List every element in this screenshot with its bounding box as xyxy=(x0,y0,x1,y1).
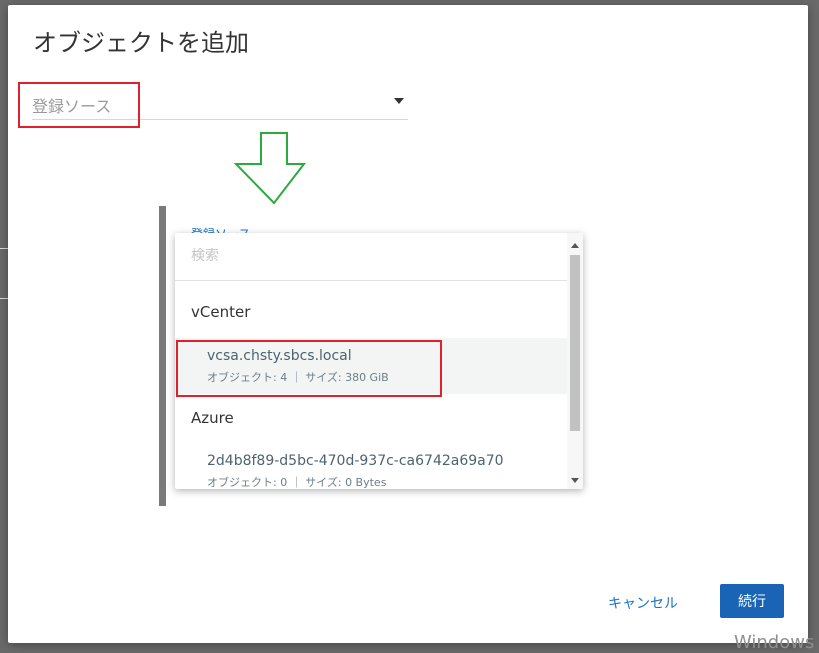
continue-button[interactable]: 続行 xyxy=(720,584,784,618)
cancel-button[interactable]: キャンセル xyxy=(608,593,678,613)
scrollbar-thumb[interactable] xyxy=(570,255,580,431)
source-item-name: 2d4b8f89-d5bc-470d-937c-ca6742a69a70 xyxy=(207,453,504,469)
down-arrow-icon xyxy=(234,132,306,205)
source-item-meta: オブジェクト: 0 ｜ サイズ: 0 Bytes xyxy=(207,476,387,489)
windows-watermark: Windows xyxy=(734,632,815,653)
source-item-azure[interactable]: 2d4b8f89-d5bc-470d-937c-ca6742a69a70 オブジ… xyxy=(175,443,567,489)
highlight-box-source xyxy=(18,82,140,128)
dropdown-search xyxy=(175,233,567,281)
background-divider xyxy=(0,248,8,249)
highlight-box-vcsa xyxy=(176,340,442,397)
dropdown-scrollbar[interactable] xyxy=(567,233,583,489)
add-object-dialog: オブジェクトを追加 登録ソース 登録ソース vCenter vcsa.chsty… xyxy=(8,5,808,643)
background-panel-edge xyxy=(159,206,166,506)
search-input[interactable] xyxy=(191,243,531,269)
group-label-azure: Azure xyxy=(191,409,234,427)
scroll-up-arrow-icon[interactable] xyxy=(571,243,579,248)
background-divider xyxy=(0,298,8,299)
dialog-title: オブジェクトを追加 xyxy=(33,29,249,57)
chevron-down-icon xyxy=(394,98,404,104)
scroll-down-arrow-icon[interactable] xyxy=(571,478,579,483)
group-label-vcenter: vCenter xyxy=(191,303,251,321)
